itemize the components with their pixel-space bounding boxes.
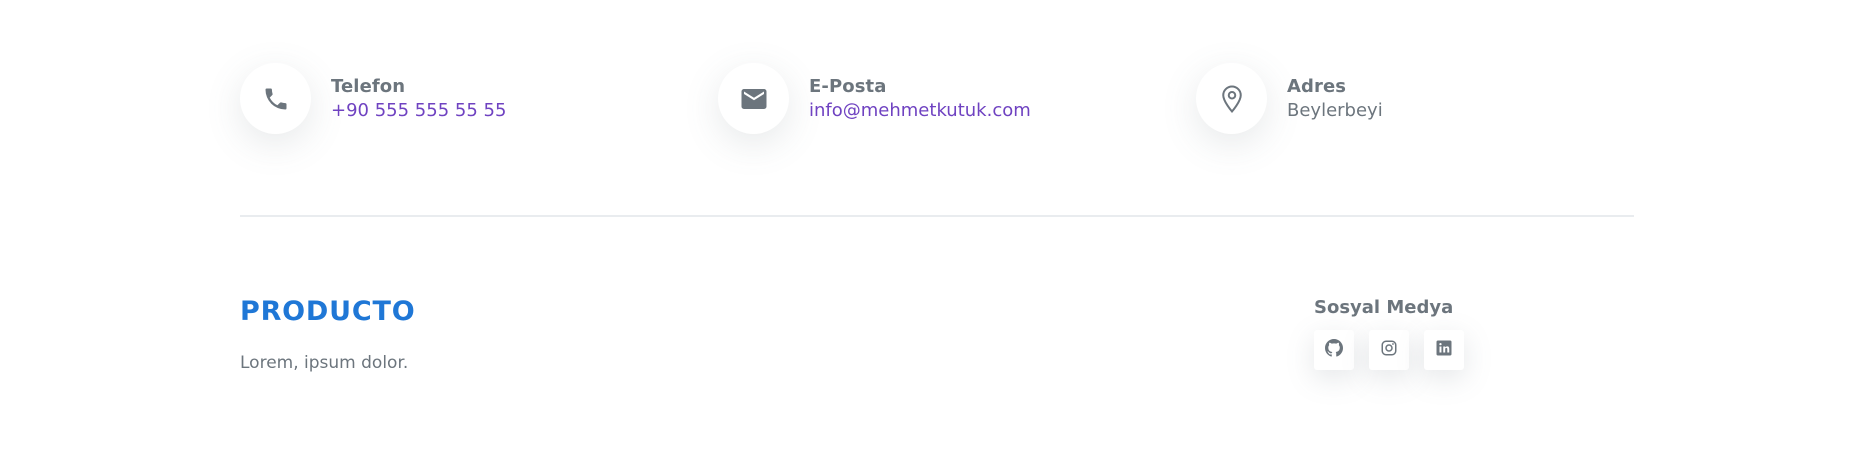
contact-address-value: Beylerbeyi: [1287, 99, 1383, 121]
contact-address-label: Adres: [1287, 75, 1347, 97]
contact-phone-label: Telefon: [331, 75, 406, 97]
linkedin-button[interactable]: [1424, 330, 1464, 370]
map-pin-icon: [1196, 63, 1267, 134]
contact-phone-text: Telefon +90 555 555 55 55: [331, 75, 506, 123]
footer-page: Telefon +90 555 555 55 55 E-Posta info@m…: [0, 0, 1876, 462]
social-media-title: Sosyal Medya: [1314, 297, 1454, 318]
github-icon: [1325, 339, 1343, 361]
phone-link[interactable]: +90 555 555 55 55: [331, 99, 506, 123]
contact-address: Adres Beylerbeyi: [1196, 63, 1383, 134]
contact-email-label: E-Posta: [809, 75, 887, 97]
github-button[interactable]: [1314, 330, 1354, 370]
linkedin-icon: [1435, 339, 1453, 361]
footer-tagline: Lorem, ipsum dolor.: [240, 353, 409, 373]
phone-icon: [240, 63, 311, 134]
instagram-button[interactable]: [1369, 330, 1409, 370]
contact-email-text: E-Posta info@mehmetkutuk.com: [809, 75, 1031, 123]
contact-phone: Telefon +90 555 555 55 55: [240, 63, 506, 134]
social-icons-list: [1314, 330, 1464, 370]
contact-info-row: Telefon +90 555 555 55 55 E-Posta info@m…: [0, 0, 1876, 200]
section-divider: [240, 215, 1634, 217]
contact-email: E-Posta info@mehmetkutuk.com: [718, 63, 1031, 134]
brand-logo-text[interactable]: PRODUCTO: [240, 294, 415, 330]
instagram-icon: [1380, 339, 1398, 361]
social-media-section: Sosyal Medya: [1314, 296, 1464, 370]
envelope-icon: [718, 63, 789, 134]
email-link[interactable]: info@mehmetkutuk.com: [809, 99, 1031, 123]
contact-address-text: Adres Beylerbeyi: [1287, 75, 1383, 123]
